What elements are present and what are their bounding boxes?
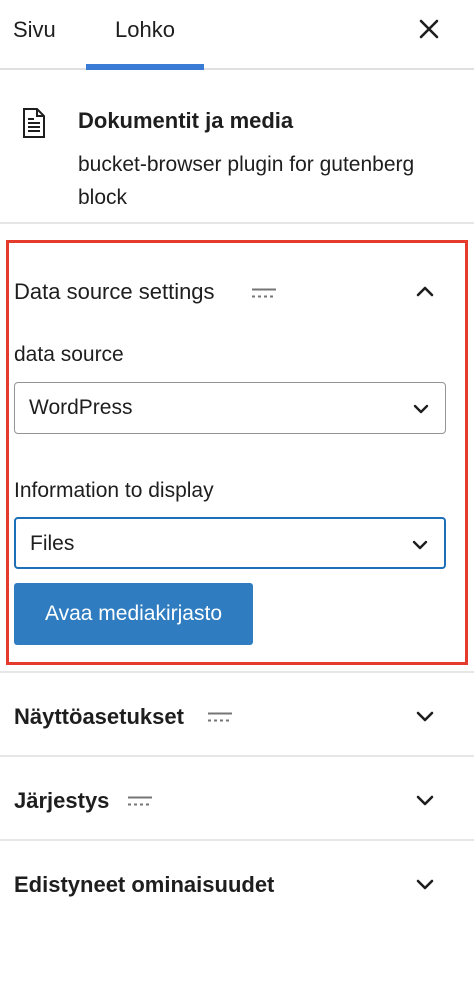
chevron-down-icon[interactable] [412, 872, 438, 898]
panel-title: Järjestys [14, 788, 110, 813]
block-title: Dokumentit ja media [78, 108, 294, 133]
data-source-label: data source [14, 343, 124, 366]
chevron-down-icon [413, 404, 429, 414]
advanced-panel-header[interactable]: Edistyneet ominaisuudet [0, 854, 474, 914]
tab-block[interactable]: Lohko [86, 0, 204, 70]
panel-title: Data source settings [14, 279, 215, 304]
open-media-library-button[interactable]: Avaa mediakirjasto [14, 583, 253, 645]
data-source-panel-header[interactable]: Data source settings [0, 262, 474, 322]
lines-icon [252, 288, 276, 298]
info-display-value: Files [30, 532, 75, 555]
divider [0, 222, 474, 224]
lines-icon [128, 796, 152, 806]
document-icon [23, 108, 45, 138]
panel-title: Näyttöasetukset [14, 704, 184, 729]
close-icon[interactable] [414, 14, 444, 44]
divider [0, 755, 474, 757]
order-panel-header[interactable]: Järjestys [0, 770, 474, 830]
chevron-down-icon[interactable] [412, 788, 438, 814]
chevron-down-icon [412, 540, 428, 550]
chevron-down-icon[interactable] [412, 704, 438, 730]
panel-title: Edistyneet ominaisuudet [14, 872, 275, 897]
info-display-select[interactable]: Files [14, 517, 446, 569]
display-settings-panel-header[interactable]: Näyttöasetukset [0, 686, 474, 746]
lines-icon [208, 712, 232, 722]
sidebar-tabs: Sivu Lohko [0, 0, 474, 70]
divider [0, 839, 474, 841]
block-description: bucket-browser plugin for gutenberg bloc… [78, 153, 415, 209]
data-source-select[interactable]: WordPress [14, 382, 446, 434]
info-display-label: Information to display [14, 479, 214, 502]
tab-page[interactable]: Sivu [13, 0, 56, 70]
divider [0, 671, 474, 673]
chevron-up-icon[interactable] [412, 278, 438, 304]
active-tab-indicator [86, 64, 204, 70]
block-card: Dokumentit ja media bucket-browser plugi… [0, 72, 474, 222]
data-source-value: WordPress [29, 396, 133, 419]
